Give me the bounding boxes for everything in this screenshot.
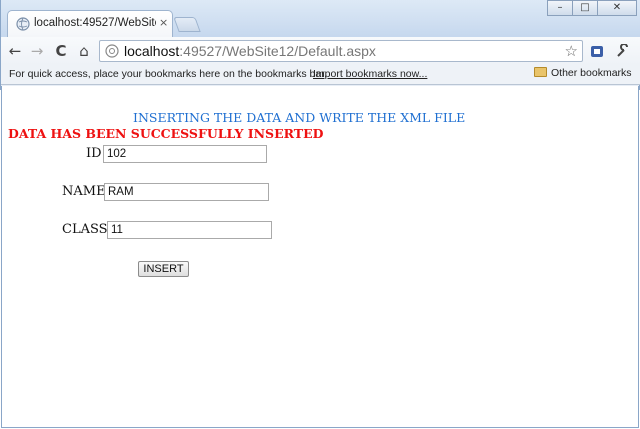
page-heading: INSERTING THE DATA AND WRITE THE XML FIL… — [133, 110, 466, 125]
page-content: INSERTING THE DATA AND WRITE THE XML FIL… — [1, 86, 639, 428]
bookmarks-bar: For quick access, place your bookmarks h… — [1, 65, 640, 85]
home-icon[interactable]: ⌂ — [74, 41, 94, 61]
name-input[interactable]: RAM — [104, 183, 269, 201]
class-label: CLASS — [62, 222, 108, 237]
new-tab-button[interactable] — [173, 17, 201, 32]
tab-title: localhost:49527/WebSite12/ — [34, 17, 156, 29]
maximize-button[interactable]: □ — [572, 0, 598, 16]
name-label: NAME — [62, 184, 106, 199]
back-arrow-icon[interactable]: ← — [5, 41, 25, 61]
tab-close-icon[interactable]: × — [159, 16, 168, 29]
extension-icon[interactable] — [587, 41, 607, 61]
other-bookmarks-button[interactable]: Other bookmarks — [534, 67, 632, 79]
id-input[interactable]: 102 — [103, 145, 267, 163]
navigation-toolbar: ← → C ⌂ localhost:49527/WebSite12/Defaul… — [1, 37, 640, 65]
globe-icon — [16, 17, 30, 31]
window-controls: – □ ✕ — [547, 0, 637, 18]
reload-icon[interactable]: C — [51, 41, 71, 61]
page-icon — [105, 44, 119, 58]
browser-tab[interactable]: localhost:49527/WebSite12/ × — [7, 10, 173, 37]
forward-arrow-icon[interactable]: → — [27, 41, 47, 61]
close-window-button[interactable]: ✕ — [597, 0, 637, 16]
browser-window: localhost:49527/WebSite12/ × – □ ✕ ← → C… — [0, 0, 640, 90]
import-bookmarks-link[interactable]: Import bookmarks now... — [313, 68, 427, 80]
title-bar: localhost:49527/WebSite12/ × – □ ✕ — [1, 0, 640, 37]
folder-icon — [534, 67, 547, 77]
address-bar[interactable]: localhost:49527/WebSite12/Default.aspx ☆ — [99, 40, 583, 62]
bookmark-star-icon[interactable]: ☆ — [565, 42, 578, 60]
wrench-icon[interactable] — [613, 41, 633, 61]
bookmarks-hint: For quick access, place your bookmarks h… — [9, 68, 328, 80]
class-input[interactable]: 11 — [107, 221, 272, 239]
id-label: ID — [86, 146, 102, 161]
insert-button[interactable]: INSERT — [138, 261, 189, 277]
success-message: DATA HAS BEEN SUCCESSFULLY INSERTED — [8, 126, 324, 141]
minimize-button[interactable]: – — [547, 0, 573, 16]
url-text: localhost:49527/WebSite12/Default.aspx — [124, 43, 376, 59]
